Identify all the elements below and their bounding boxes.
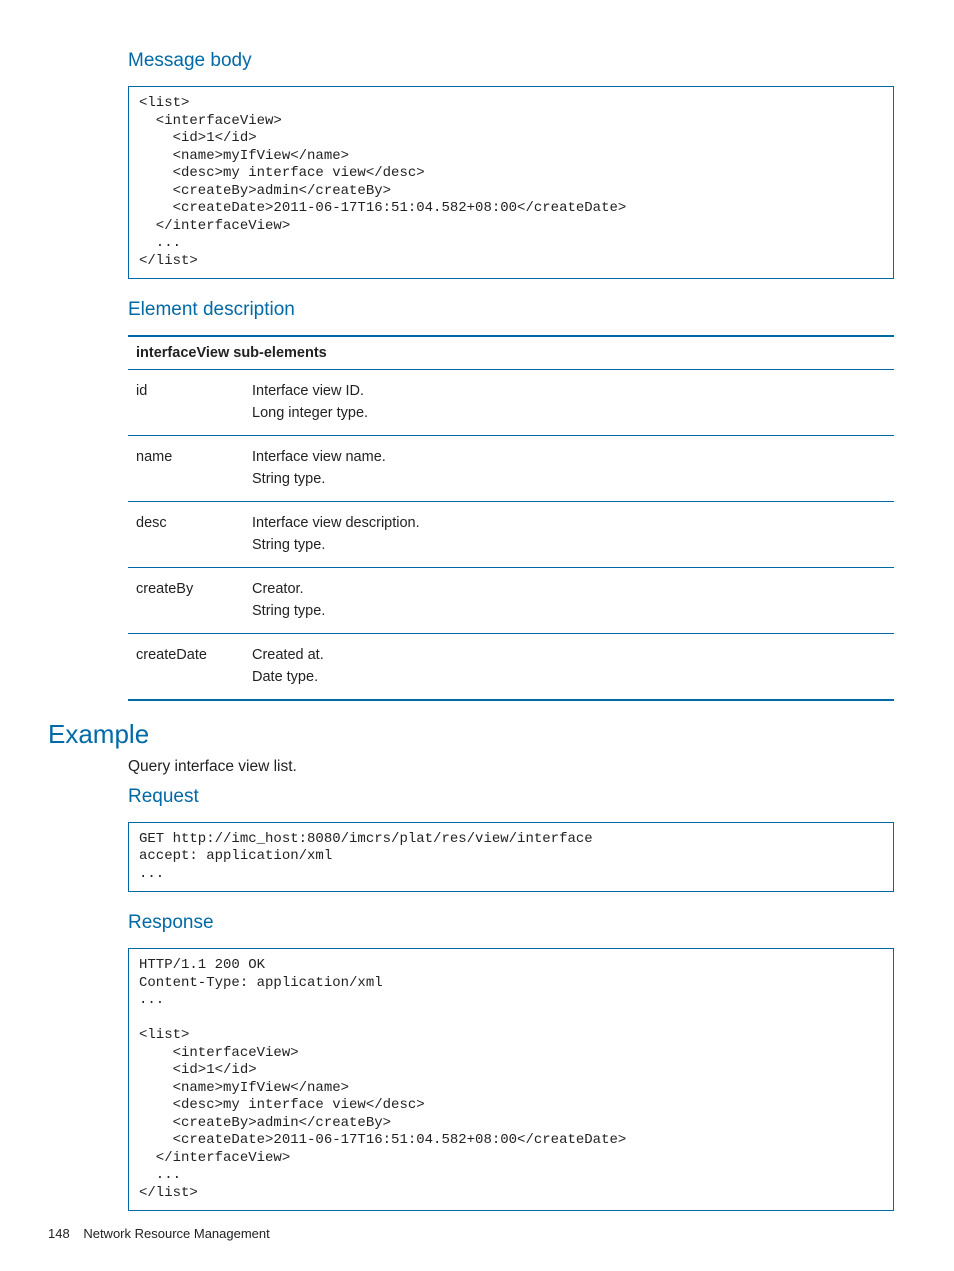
element-description-table: interfaceView sub-elements idInterface v… [128,335,894,701]
request-heading: Request [128,786,894,808]
table-row: idInterface view ID. Long integer type. [128,370,894,436]
element-name: id [128,370,244,436]
element-desc: Interface view description. String type. [244,501,894,567]
element-name: desc [128,501,244,567]
table-header: interfaceView sub-elements [128,336,894,370]
page-footer: 148 Network Resource Management [48,1226,270,1241]
table-row: createByCreator. String type. [128,567,894,633]
element-desc: Created at. Date type. [244,633,894,699]
element-desc: Interface view name. String type. [244,435,894,501]
response-code: HTTP/1.1 200 OK Content-Type: applicatio… [128,948,894,1211]
element-name: createBy [128,567,244,633]
element-desc: Creator. String type. [244,567,894,633]
example-intro: Query interface view list. [128,758,894,776]
message-body-code: <list> <interfaceView> <id>1</id> <name>… [128,86,894,279]
table-row: nameInterface view name. String type. [128,435,894,501]
example-heading: Example [48,719,894,750]
element-description-heading: Element description [128,299,894,321]
chapter-title: Network Resource Management [83,1226,269,1241]
response-heading: Response [128,912,894,934]
element-name: createDate [128,633,244,699]
table-row: createDateCreated at. Date type. [128,633,894,699]
element-desc: Interface view ID. Long integer type. [244,370,894,436]
table-row: descInterface view description. String t… [128,501,894,567]
message-body-heading: Message body [128,50,894,72]
request-code: GET http://imc_host:8080/imcrs/plat/res/… [128,822,894,893]
page-number: 148 [48,1226,70,1241]
element-name: name [128,435,244,501]
